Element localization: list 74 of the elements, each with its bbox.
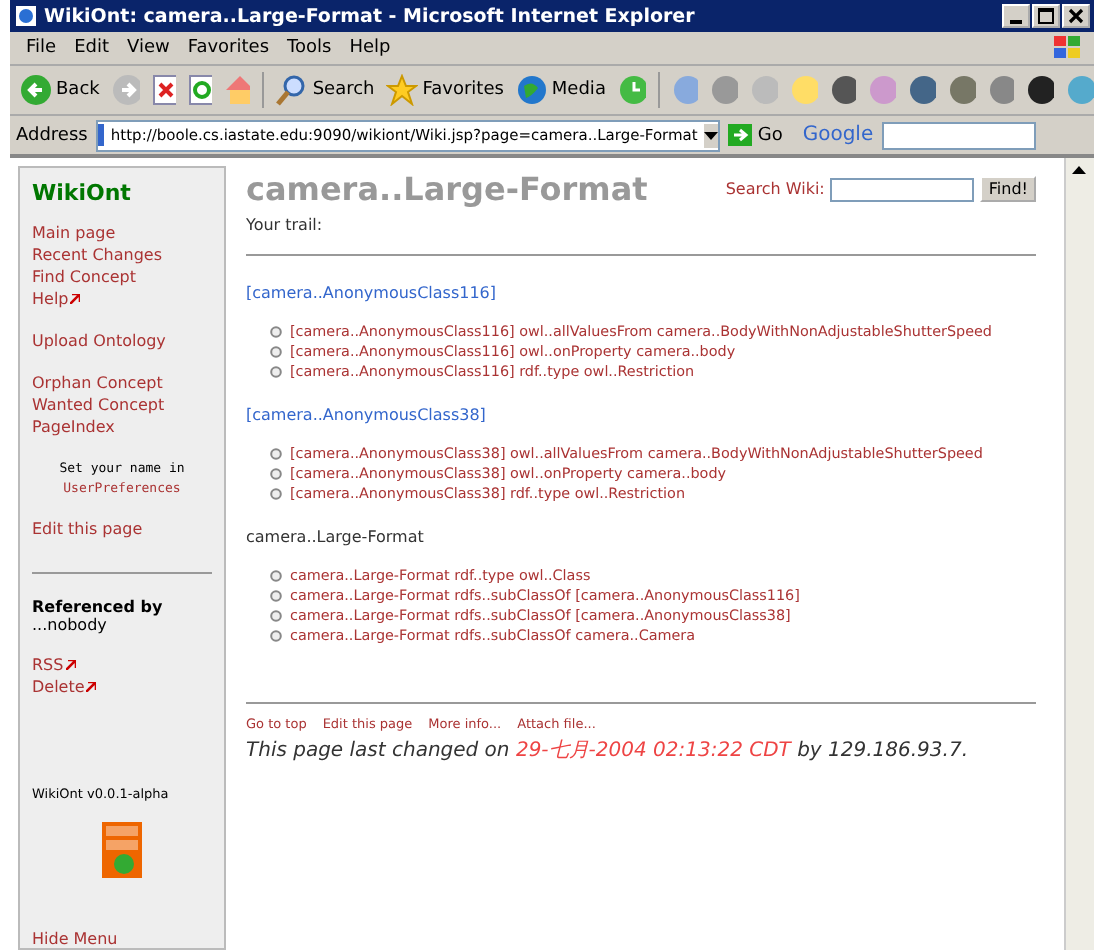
referenced-value: ...nobody xyxy=(32,616,109,634)
search-label: Search Wiki: xyxy=(725,180,825,198)
sidebar-link[interactable]: Upload Ontology xyxy=(32,332,166,350)
xml-feed-icon[interactable] xyxy=(102,822,142,878)
star-icon xyxy=(386,74,419,106)
edit-link[interactable]: Edit this page xyxy=(32,520,143,538)
globe-icon xyxy=(515,74,548,106)
search-button[interactable]: Search xyxy=(276,74,375,106)
refresh-icon[interactable] xyxy=(187,74,212,106)
menu-item[interactable]: View xyxy=(127,38,170,58)
scroll-up-icon[interactable] xyxy=(1070,162,1088,180)
external-link-icon xyxy=(65,660,76,670)
sidebar-link[interactable]: Orphan Concept xyxy=(32,374,163,392)
scrollbar[interactable] xyxy=(1064,158,1094,950)
bullet-icon xyxy=(270,590,282,602)
favorites-button[interactable]: Favorites xyxy=(386,74,504,106)
last-changed-text: This page last changed on 29-七月-2004 02:13:22 CDT by 129.186.93.7. xyxy=(246,737,971,764)
sidebar-link[interactable]: RSS xyxy=(32,656,76,674)
menu-item[interactable]: File xyxy=(26,38,57,58)
date-link[interactable]: 29-七月-2004 02:13:22 CDT xyxy=(515,740,791,762)
section-link[interactable]: [camera..AnonymousClass38] xyxy=(246,406,1036,424)
bullet-icon xyxy=(270,468,282,480)
sidebar-link[interactable]: Help xyxy=(32,290,81,308)
media-button[interactable]: Media xyxy=(515,74,606,106)
bullet-icon xyxy=(270,366,282,378)
hide-menu-link[interactable]: Hide Menu xyxy=(32,930,212,948)
sidebar-link[interactable]: Wanted Concept xyxy=(32,396,165,414)
bullet-icon xyxy=(270,488,282,500)
sidebar-link[interactable]: PageIndex xyxy=(32,418,115,436)
menu-item[interactable]: Favorites xyxy=(187,38,270,58)
page-title: camera..Large-Format xyxy=(246,170,650,208)
maximize-button[interactable] xyxy=(1032,4,1060,28)
trail-label: Your trail: xyxy=(246,216,325,234)
home-icon[interactable] xyxy=(223,74,251,106)
bullet-icon xyxy=(270,570,282,582)
bullet-icon xyxy=(270,346,282,358)
close-icon xyxy=(1068,8,1084,24)
stop-icon[interactable] xyxy=(151,74,176,106)
browser-icon xyxy=(14,4,38,28)
section-heading: camera..Large-Format xyxy=(246,528,426,546)
page-icon xyxy=(97,124,105,146)
go-arrow-icon xyxy=(727,124,752,146)
windows-logo-icon xyxy=(1050,34,1086,62)
external-link-icon xyxy=(86,682,97,692)
back-button[interactable]: Back xyxy=(20,74,100,106)
sidebar-link[interactable]: Find Concept xyxy=(32,268,137,286)
bullet-icon xyxy=(270,630,282,642)
menu-item[interactable]: Help xyxy=(349,38,391,58)
referenced-heading: Referenced by xyxy=(32,598,165,616)
google-search-field[interactable] xyxy=(881,121,1036,149)
forward-icon[interactable] xyxy=(111,74,140,106)
close-button[interactable] xyxy=(1062,4,1090,28)
bullet-icon xyxy=(270,326,282,338)
minimize-button[interactable] xyxy=(1002,4,1030,28)
bullet-icon xyxy=(270,610,282,622)
sidebar-link[interactable]: Recent Changes xyxy=(32,246,162,264)
site-title: WikiOnt xyxy=(32,180,133,206)
window-title: WikiOnt: camera..Large-Format - Microsoft Internet Explorer xyxy=(44,5,697,27)
sidebar-link[interactable]: Main page xyxy=(32,224,116,242)
section-link[interactable]: [camera..AnonymousClass116] xyxy=(246,284,1036,302)
external-link-icon xyxy=(70,294,81,304)
menu-item[interactable]: Tools xyxy=(287,38,332,58)
menu-item[interactable]: Edit xyxy=(74,38,109,58)
bullet-icon xyxy=(270,448,282,460)
maximize-icon xyxy=(1038,8,1054,24)
sidebar-link[interactable]: Delete xyxy=(32,678,97,696)
search-field[interactable] xyxy=(830,177,975,201)
search-icon xyxy=(276,74,309,106)
find-button[interactable]: Find! xyxy=(980,176,1036,202)
dropdown-arrow-icon[interactable] xyxy=(703,131,718,139)
go-button[interactable]: Go xyxy=(727,124,783,146)
google-button[interactable]: Google xyxy=(790,124,874,146)
address-label: Address xyxy=(16,125,88,145)
history-icon[interactable] xyxy=(617,74,646,106)
